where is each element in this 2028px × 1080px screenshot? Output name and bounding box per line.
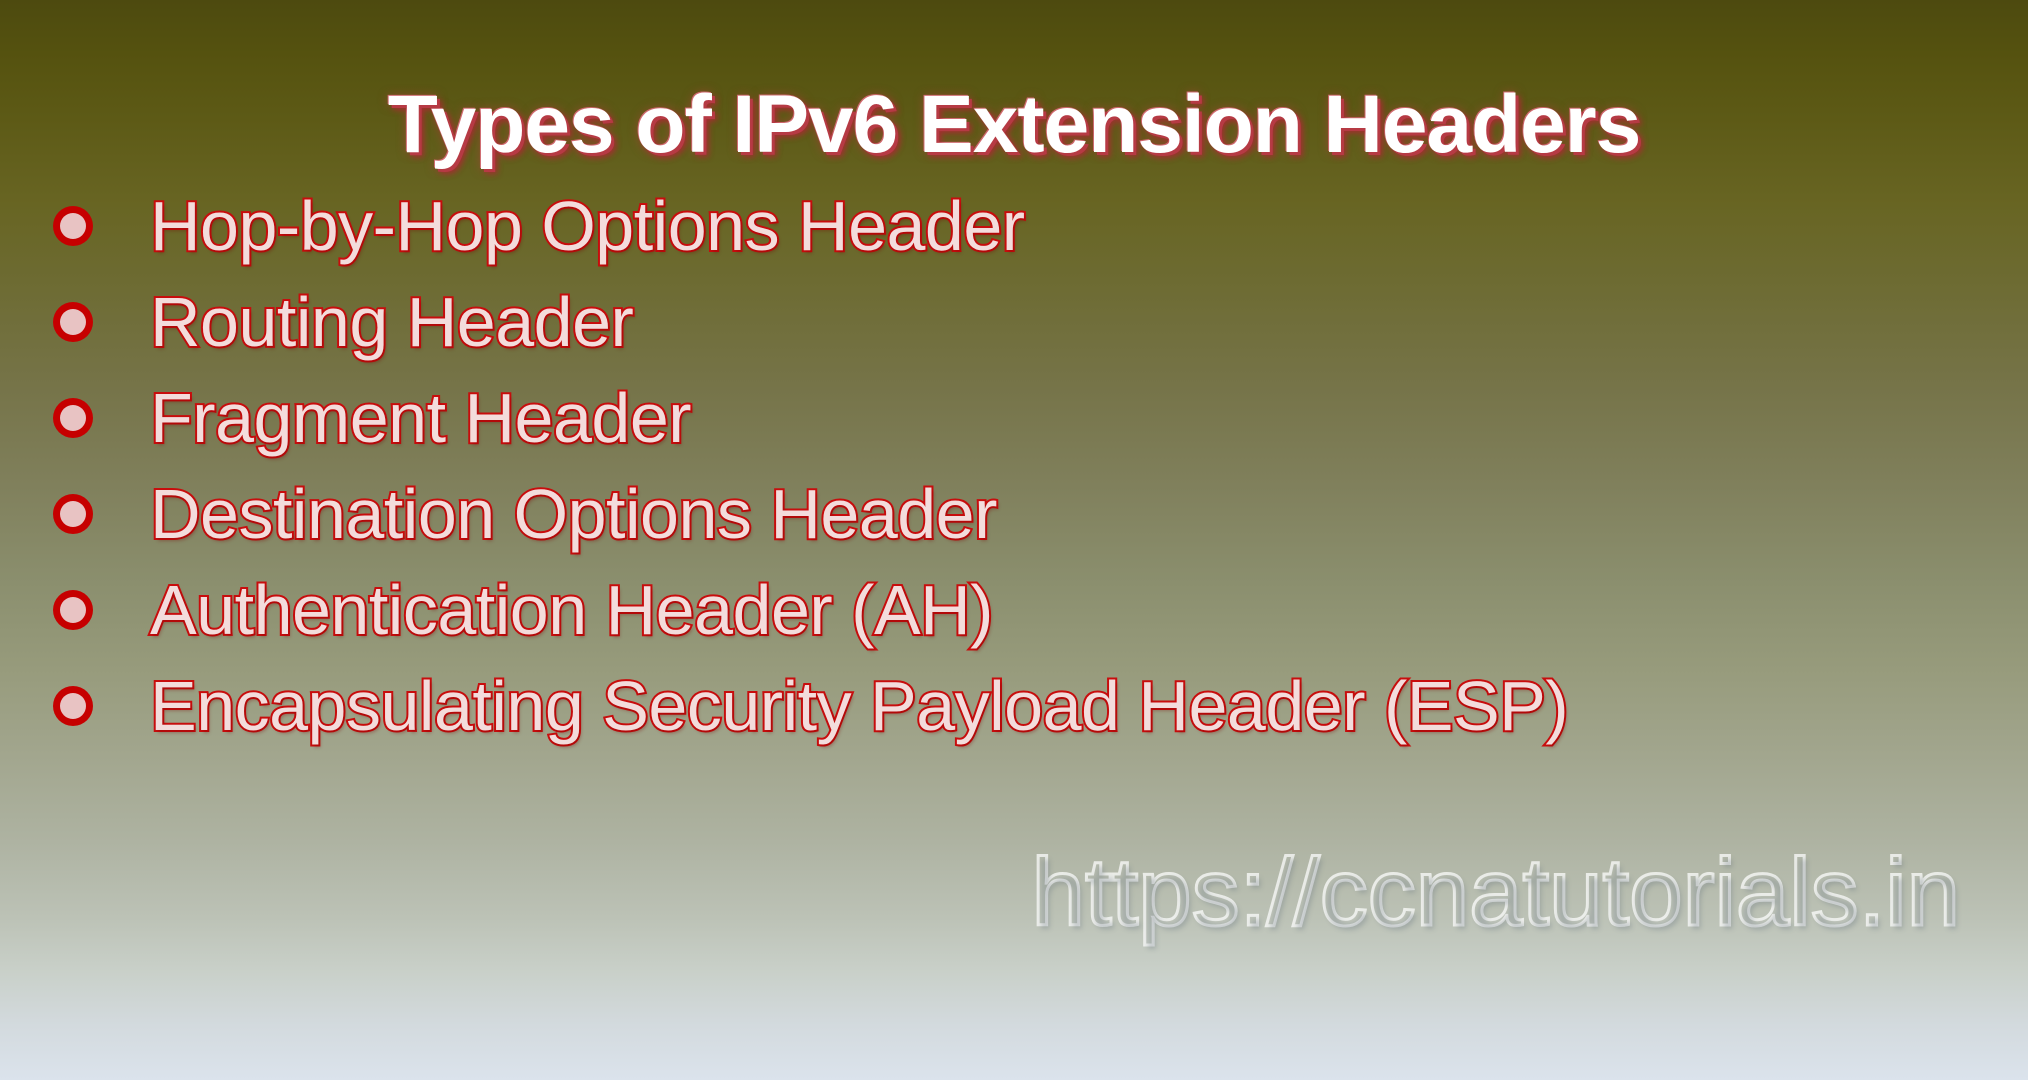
list-item: Destination Options Header [46, 466, 2006, 562]
list-item: Encapsulating Security Payload Header (E… [46, 658, 2006, 754]
slide-canvas: Types of IPv6 Extension Headers Hop-by-H… [0, 0, 2028, 1080]
list-item: Routing Header [46, 274, 2006, 370]
bullet-circle-icon [60, 405, 86, 431]
bullet-circle-icon [60, 501, 86, 527]
list-item: Authentication Header (AH) [46, 562, 2006, 658]
bullet-circle-icon [60, 693, 86, 719]
bullet-circle-icon [60, 597, 86, 623]
list-item-label: Hop-by-Hop Options Header [148, 185, 1027, 267]
watermark-url: https://ccnatutorials.in [1030, 838, 1961, 948]
list-item: Fragment Header [46, 370, 2006, 466]
bullet-circle-icon [60, 309, 86, 335]
list-item-label: Authentication Header (AH) [148, 569, 996, 651]
list-item-label: Fragment Header [148, 377, 694, 459]
list-item-label: Destination Options Header [148, 473, 999, 555]
list-item: Hop-by-Hop Options Header [46, 178, 2006, 274]
list-item-label: Encapsulating Security Payload Header (E… [148, 665, 1571, 747]
bullet-circle-icon [60, 213, 86, 239]
page-title: Types of IPv6 Extension Headers [387, 79, 1642, 170]
list-item-label: Routing Header [148, 281, 636, 363]
bullet-list: Hop-by-Hop Options Header Routing Header… [46, 178, 2006, 754]
